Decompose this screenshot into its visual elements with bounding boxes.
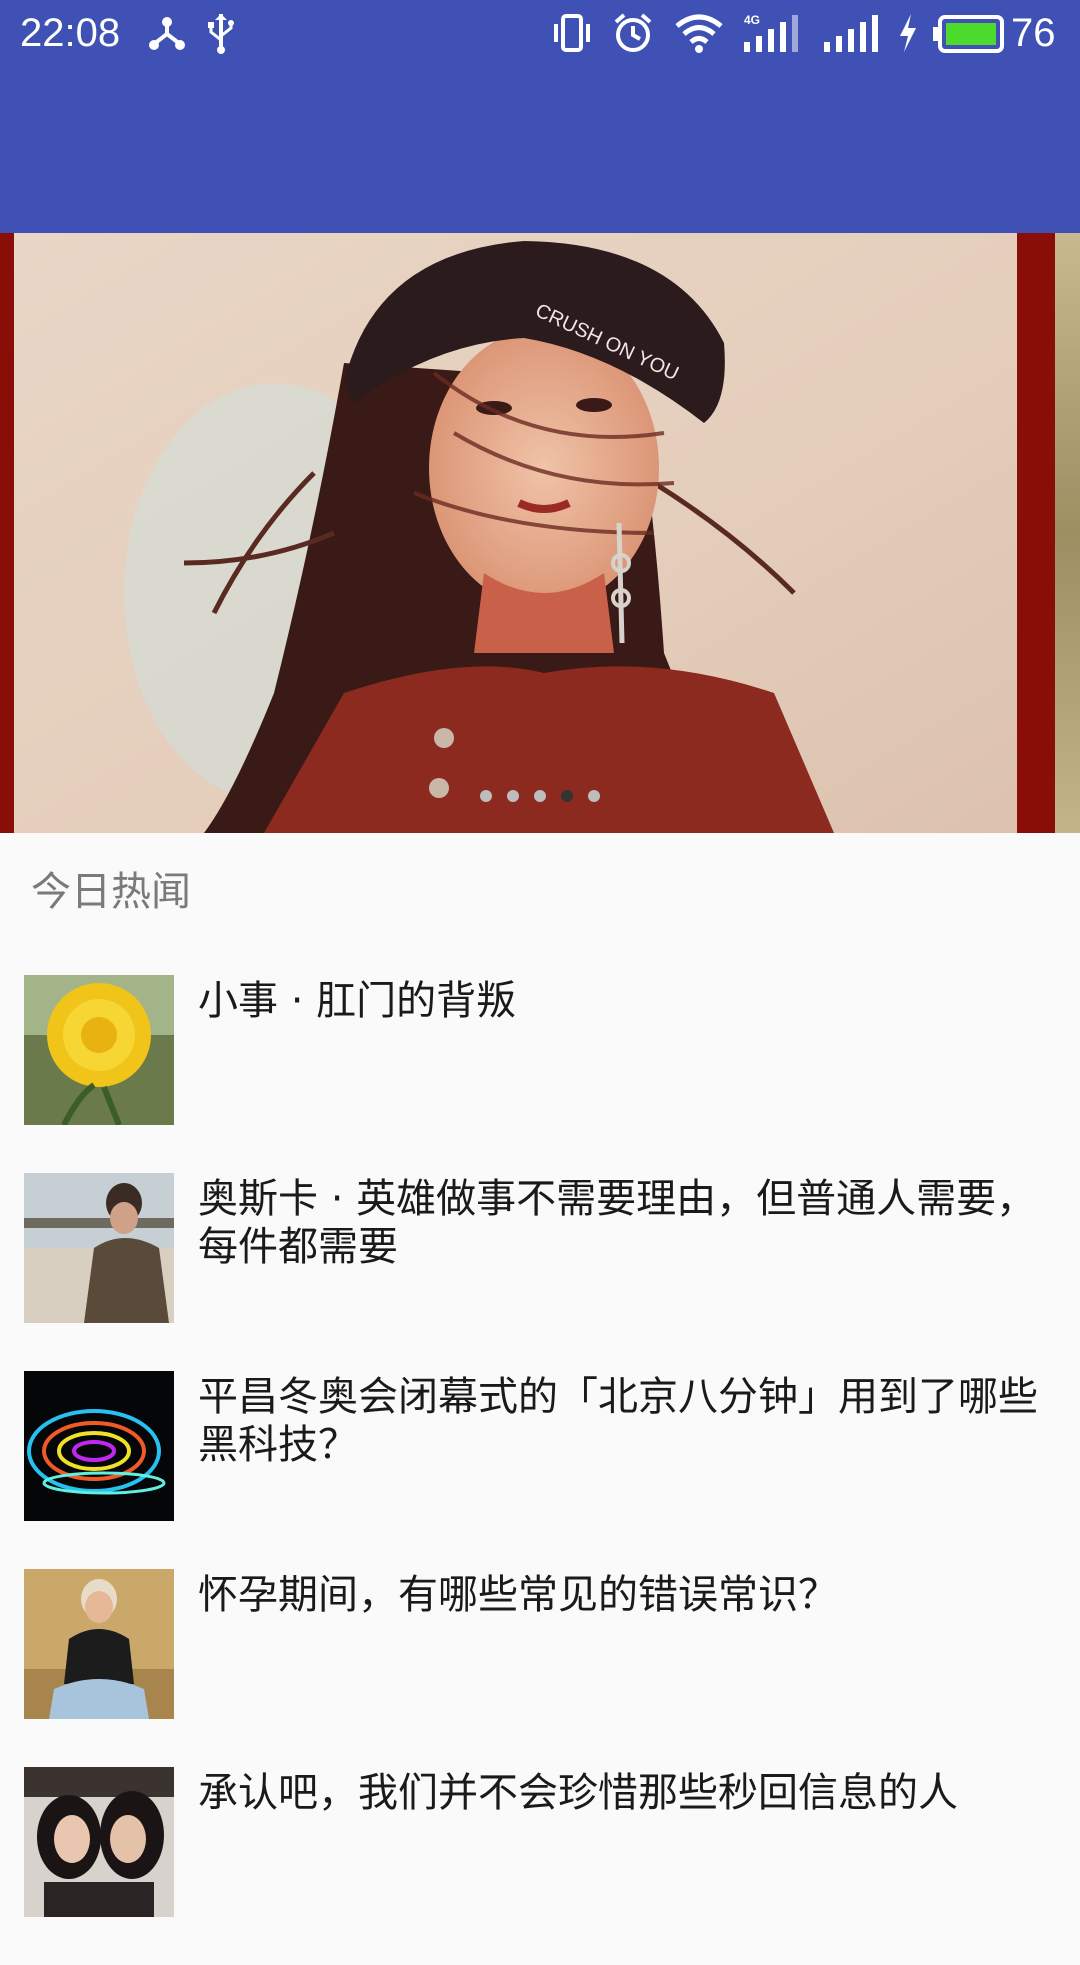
status-bar: 22:08 4G 76 — [0, 0, 1080, 66]
news-thumbnail[interactable] — [24, 1569, 174, 1719]
battery-icon — [932, 14, 1004, 58]
news-item[interactable]: 平昌冬奥会闭幕式的「北京八分钟」用到了哪些黑科技？ — [0, 1371, 1080, 1569]
news-title[interactable]: 怀孕期间，有哪些常见的错误常识？ — [198, 1571, 1048, 1619]
banner-image[interactable]: CRUSH ON YOU — [14, 233, 1017, 833]
pager-dot[interactable] — [479, 790, 492, 802]
section-title: 今日热闻 — [31, 869, 191, 915]
signal-icon — [822, 12, 882, 58]
banner-carousel[interactable]: CRUSH ON YOU — [0, 233, 1080, 833]
news-list: 小事 · 肛门的背叛 奥斯卡 · 英雄做事不需要理由，但普通人需要，每件都需要 — [0, 975, 1080, 1965]
next-banner-preview[interactable] — [1055, 233, 1080, 833]
news-title[interactable]: 小事 · 肛门的背叛 — [198, 977, 1048, 1025]
news-thumbnail[interactable] — [24, 1371, 174, 1521]
charging-icon — [896, 12, 920, 58]
news-item[interactable]: 怀孕期间，有哪些常见的错误常识？ — [0, 1569, 1080, 1767]
battery-level-text: 76 — [1011, 11, 1056, 55]
4g-signal-icon: 4G — [742, 12, 802, 58]
news-thumbnail[interactable] — [24, 975, 174, 1125]
network-share-icon — [146, 12, 188, 58]
app-bar: 22:08 4G 76 — [0, 0, 1080, 233]
news-thumbnail[interactable] — [24, 1173, 174, 1323]
status-time: 22:08 — [20, 11, 121, 55]
pager-dot[interactable] — [506, 790, 519, 802]
news-thumbnail[interactable] — [24, 1767, 174, 1917]
news-item[interactable]: 承认吧，我们并不会珍惜那些秒回信息的人 — [0, 1767, 1080, 1965]
pager-dot-active[interactable] — [561, 790, 574, 802]
pager-dot[interactable] — [588, 790, 601, 802]
alarm-icon — [612, 12, 654, 58]
news-item[interactable]: 小事 · 肛门的背叛 — [0, 975, 1080, 1173]
pager-dot[interactable] — [534, 790, 546, 802]
news-title[interactable]: 奥斯卡 · 英雄做事不需要理由，但普通人需要，每件都需要 — [198, 1175, 1048, 1271]
wifi-icon — [675, 12, 723, 58]
usb-icon — [205, 12, 237, 58]
news-title[interactable]: 承认吧，我们并不会珍惜那些秒回信息的人 — [198, 1769, 1048, 1817]
news-title[interactable]: 平昌冬奥会闭幕式的「北京八分钟」用到了哪些黑科技？ — [198, 1373, 1048, 1469]
carousel-pager — [0, 790, 1080, 804]
svg-text:4G: 4G — [744, 13, 760, 27]
vibrate-icon — [551, 12, 593, 58]
news-item[interactable]: 奥斯卡 · 英雄做事不需要理由，但普通人需要，每件都需要 — [0, 1173, 1080, 1371]
